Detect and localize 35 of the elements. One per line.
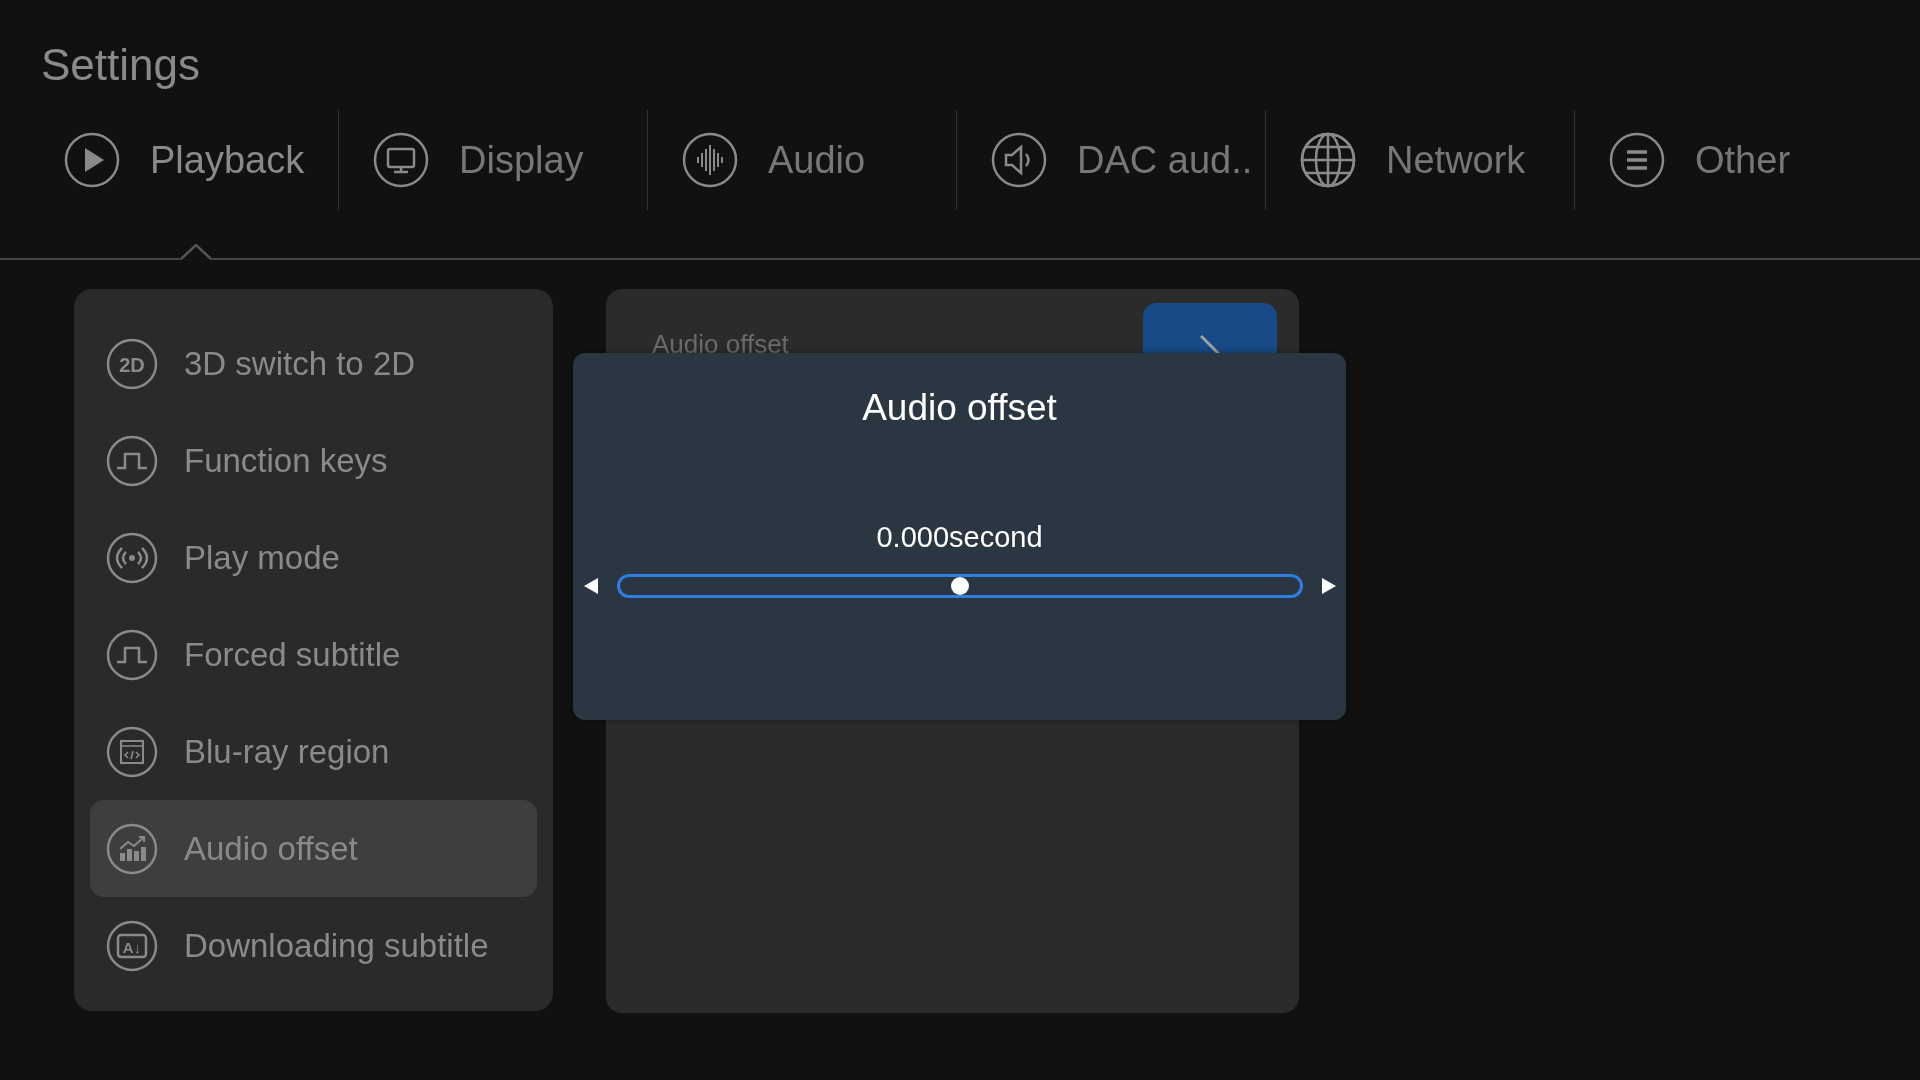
- speaker-icon: [991, 132, 1047, 188]
- pulse-icon: [106, 628, 158, 681]
- chevron-icon: [1200, 335, 1220, 355]
- offset-value: 0.000second: [876, 521, 1043, 554]
- dialog-title: Audio offset: [862, 387, 1057, 429]
- page-title: Settings: [40, 39, 201, 91]
- menu-item[interactable]: A↓ Downloading subtitle: [90, 897, 537, 994]
- slider-thumb[interactable]: [950, 577, 969, 595]
- menu-item[interactable]: Play mode: [90, 509, 537, 606]
- menu-item[interactable]: 2D 3D switch to 2D: [90, 315, 537, 412]
- tab[interactable]: Playback: [30, 110, 339, 210]
- monitor-icon: [373, 132, 429, 188]
- menu-icon: [1609, 132, 1665, 188]
- tab[interactable]: Other: [1575, 110, 1884, 210]
- menu-item[interactable]: Audio offset: [90, 800, 537, 897]
- menu-item[interactable]: Function keys: [90, 412, 537, 509]
- menu-item[interactable]: Forced subtitle: [90, 606, 537, 703]
- pulse-icon: [106, 434, 158, 487]
- text-badge-icon: A↓: [106, 919, 158, 972]
- right-arrow-icon[interactable]: [1320, 577, 1337, 595]
- tab[interactable]: DAC aud..: [957, 110, 1266, 210]
- broadcast-icon: [106, 531, 158, 584]
- code-window-icon: [106, 725, 158, 778]
- bar-chart-icon: [106, 822, 158, 875]
- waveform-icon: [682, 132, 738, 188]
- tab[interactable]: Network: [1266, 110, 1575, 210]
- left-arrow-icon[interactable]: [582, 577, 599, 595]
- play-icon: [64, 132, 120, 188]
- tab[interactable]: Audio: [648, 110, 957, 210]
- offset-slider[interactable]: [616, 574, 1303, 598]
- panel-title: Audio offset: [652, 329, 789, 360]
- menu-item[interactable]: Blu-ray region: [90, 703, 537, 800]
- tab[interactable]: Display: [339, 110, 648, 210]
- globe-icon: [1300, 132, 1356, 188]
- text-badge-icon: 2D: [106, 337, 158, 390]
